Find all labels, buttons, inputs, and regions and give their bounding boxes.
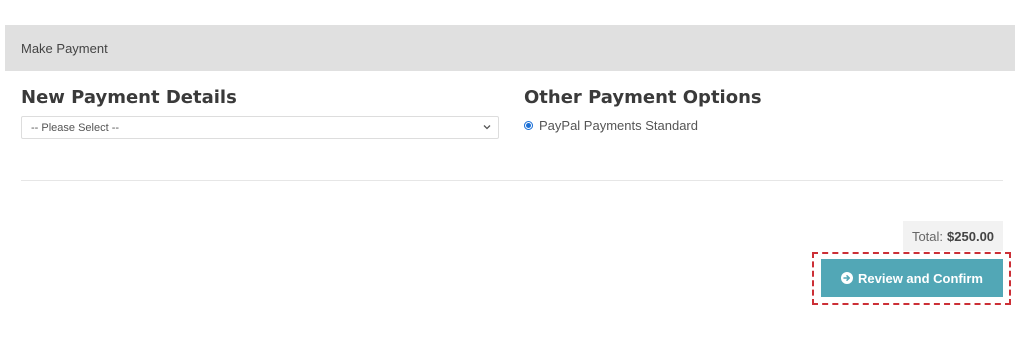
new-payment-details-title: New Payment Details [21, 87, 237, 108]
paypal-option-label: PayPal Payments Standard [539, 118, 698, 133]
circle-arrow-right-icon [841, 272, 854, 284]
panel-header-title: Make Payment [21, 40, 108, 56]
total-amount: $250.00 [947, 228, 995, 244]
total-label: Total: [911, 228, 944, 244]
payment-method-select-value: -- Please Select -- [31, 121, 120, 134]
section-divider [21, 180, 1003, 181]
paypal-payment-option[interactable]: PayPal Payments Standard [524, 118, 698, 133]
review-and-confirm-button[interactable]: Review and Confirm [821, 259, 1003, 297]
other-payment-options-title: Other Payment Options [524, 87, 762, 108]
payment-method-select[interactable]: -- Please Select -- [21, 116, 499, 139]
paypal-radio[interactable] [524, 121, 533, 130]
radio-selected-dot [526, 123, 531, 128]
chevron-down-icon [482, 122, 492, 132]
review-and-confirm-label: Review and Confirm [858, 270, 983, 286]
make-payment-panel: Make Payment New Payment Details Other P… [5, 25, 1015, 315]
panel-header: Make Payment [5, 25, 1015, 71]
order-total: Total: $250.00 [903, 221, 1003, 251]
